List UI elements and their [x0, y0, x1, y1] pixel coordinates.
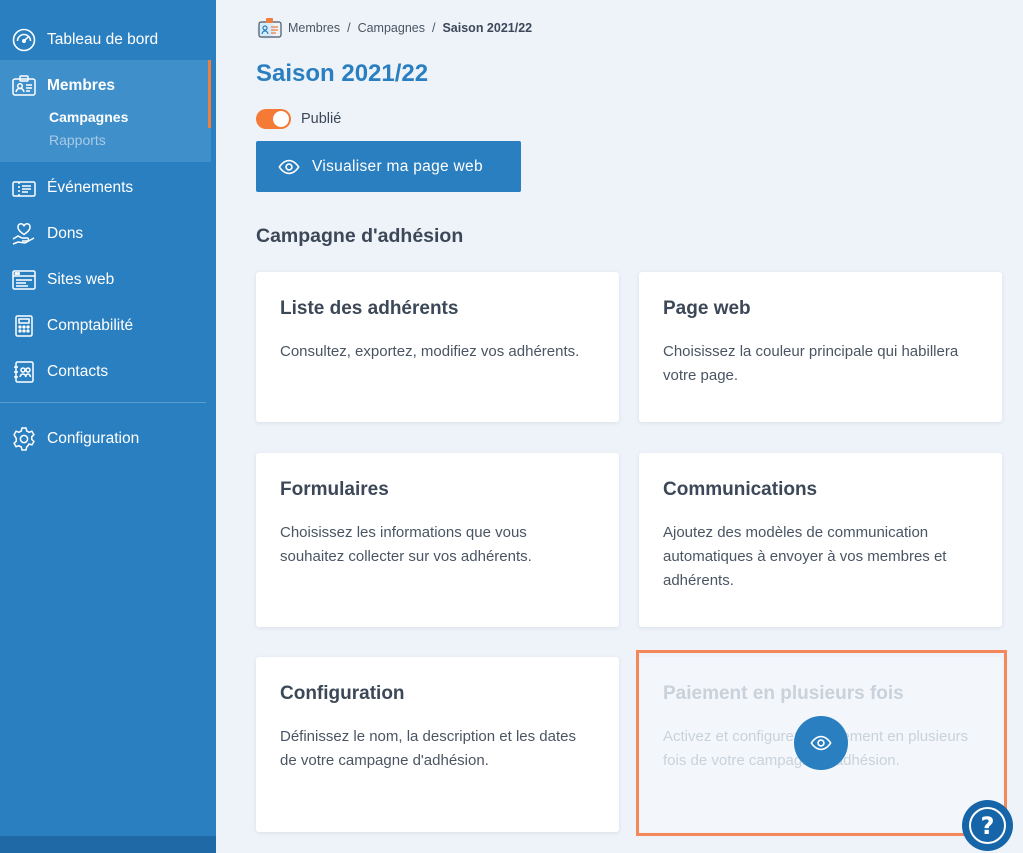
card-title: Formulaires [280, 479, 389, 500]
sidebar-item-label: Tableau de bord [47, 31, 159, 48]
sidebar-item-label: Événements [47, 179, 134, 196]
card-title: Page web [663, 298, 751, 319]
card-description: Définissez le nom, la description et les… [280, 728, 576, 769]
website-icon [10, 267, 37, 294]
view-webpage-label: Visualiser ma page web [312, 157, 483, 175]
publish-status: Publié [256, 108, 341, 130]
card-description: Choisissez les informations que vous sou… [280, 524, 532, 565]
toggle-knob [273, 111, 289, 127]
sidebar-item-label: Comptabilité [47, 317, 134, 334]
calculator-icon [10, 313, 37, 340]
card-title: Paiement en plusieurs fois [663, 683, 904, 704]
view-webpage-button[interactable]: Visualiser ma page web [256, 141, 521, 192]
page-title: Saison 2021/22 [256, 60, 429, 87]
card-title: Configuration [280, 683, 405, 704]
breadcrumb-separator: / [431, 21, 436, 35]
member-card-icon [257, 18, 282, 39]
card-description: Choisissez la couleur principale qui hab… [663, 343, 959, 384]
sidebar-item-label: Dons [47, 225, 84, 242]
heart-hand-icon [10, 221, 37, 248]
sidebar-item-accounting[interactable]: Comptabilité [0, 306, 216, 346]
sidebar-item-members[interactable]: Membres [0, 66, 216, 106]
card-forms[interactable]: Formulaires Choisissez les informations … [256, 453, 619, 627]
sidebar-item-label: Sites web [47, 271, 115, 288]
publish-toggle[interactable] [256, 109, 291, 129]
eye-icon [278, 159, 300, 174]
preview-button[interactable] [794, 716, 848, 770]
card-description: Ajoutez des modèles de communication aut… [663, 524, 947, 589]
help-icon: ? [969, 807, 1006, 844]
gear-icon [10, 426, 37, 453]
card-description: Consultez, exportez, modifiez vos adhére… [280, 343, 580, 360]
card-webpage[interactable]: Page web Choisissez la couleur principal… [639, 272, 1002, 422]
sidebar-divider [0, 402, 206, 403]
contacts-icon [10, 359, 37, 386]
breadcrumb-current: Saison 2021/22 [442, 21, 533, 35]
card-title: Communications [663, 479, 818, 500]
sidebar-item-configuration[interactable]: Configuration [0, 419, 216, 459]
section-title: Campagne d'adhésion [256, 225, 464, 247]
sidebar-item-websites[interactable]: Sites web [0, 260, 216, 300]
sidebar-item-label: Contacts [47, 363, 109, 380]
sidebar-footer [0, 836, 216, 853]
member-card-icon [10, 73, 37, 100]
breadcrumb: Membres / Campagnes / Saison 2021/22 [256, 15, 532, 41]
card-members-list[interactable]: Liste des adhérents Consultez, exportez,… [256, 272, 619, 422]
sidebar: Tableau de bord Membres Campagnes Rappor… [0, 0, 216, 853]
sidebar-item-label: Configuration [47, 430, 140, 447]
breadcrumb-link-members[interactable]: Membres [288, 21, 340, 35]
sidebar-subitem-campaigns[interactable]: Campagnes [49, 109, 128, 125]
card-communications[interactable]: Communications Ajoutez des modèles de co… [639, 453, 1002, 627]
card-title: Liste des adhérents [280, 298, 459, 319]
sidebar-item-events[interactable]: Événements [0, 168, 216, 208]
eye-icon [810, 735, 832, 751]
sidebar-item-label: Membres [47, 77, 116, 94]
sidebar-item-dashboard[interactable]: Tableau de bord [0, 20, 216, 60]
sidebar-item-donations[interactable]: Dons [0, 214, 216, 254]
breadcrumb-link-campaigns[interactable]: Campagnes [358, 21, 425, 35]
sidebar-item-contacts[interactable]: Contacts [0, 352, 216, 392]
ticket-icon [10, 175, 37, 202]
help-button[interactable]: ? [962, 800, 1013, 851]
sidebar-subitem-reports[interactable]: Rapports [49, 132, 106, 148]
publish-status-label: Publié [301, 111, 342, 127]
breadcrumb-separator: / [347, 21, 351, 35]
dashboard-icon [10, 27, 37, 54]
card-configuration[interactable]: Configuration Définissez le nom, la desc… [256, 657, 619, 832]
